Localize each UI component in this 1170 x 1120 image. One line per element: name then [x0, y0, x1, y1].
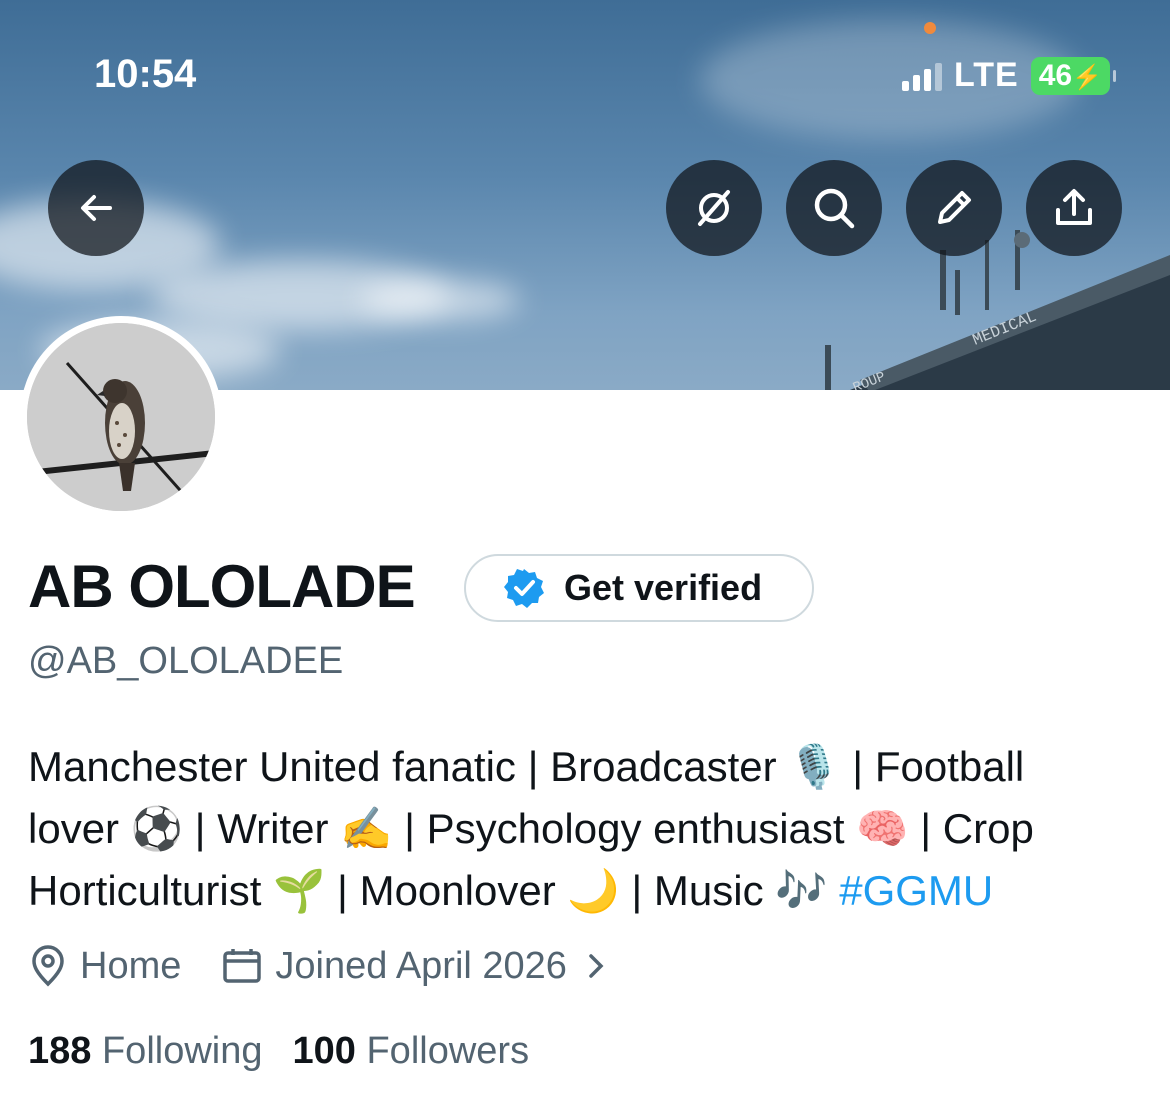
- bio-line-3-text: Horticulturist 🌱 | Moonlover 🌙 | Music 🎶: [28, 867, 840, 914]
- profile-bio: Manchester United fanatic | Broadcaster …: [28, 736, 1138, 922]
- battery-indicator: 46⚡: [1030, 56, 1117, 95]
- get-verified-button[interactable]: Get verified: [464, 554, 814, 622]
- location-pin-icon: [32, 945, 64, 987]
- chevron-right-icon: [589, 954, 604, 978]
- grok-icon: [698, 190, 730, 226]
- search-icon: [814, 188, 855, 229]
- profile-meta: Home Joined April 2026: [28, 944, 609, 988]
- back-button[interactable]: [48, 160, 144, 256]
- status-indicators: LTE 46⚡: [902, 56, 1117, 95]
- location-item: Home: [28, 944, 181, 988]
- network-type: LTE: [954, 56, 1019, 94]
- followers-label: Followers: [366, 1030, 530, 1072]
- status-time: 10:54: [94, 52, 197, 96]
- bio-line-3: Horticulturist 🌱 | Moonlover 🌙 | Music 🎶…: [28, 860, 1138, 922]
- joined-text: Joined April 2026: [275, 944, 567, 987]
- profile-handle: @AB_OLOLADEE: [28, 640, 344, 682]
- back-arrow-icon: [81, 195, 112, 221]
- joined-item[interactable]: Joined April 2026: [221, 945, 609, 988]
- following-link[interactable]: 188 Following: [28, 1030, 263, 1073]
- followers-link[interactable]: 100 Followers: [293, 1030, 530, 1073]
- share-icon: [1056, 189, 1092, 225]
- signal-icon: [902, 61, 943, 91]
- bio-line-2: lover ⚽ | Writer ✍️ | Psychology enthusi…: [28, 805, 1034, 852]
- location-text: Home: [80, 944, 182, 987]
- following-count: 188: [28, 1030, 92, 1072]
- followers-count: 100: [292, 1030, 356, 1072]
- grok-button[interactable]: [666, 160, 762, 256]
- following-label: Following: [101, 1030, 263, 1072]
- privacy-indicator-dot: [924, 22, 936, 34]
- verified-badge-icon: [504, 569, 544, 608]
- follow-counts: 188 Following 100 Followers: [28, 1030, 529, 1073]
- hashtag-link[interactable]: #GGMU: [839, 867, 993, 914]
- profile-avatar[interactable]: [20, 316, 222, 518]
- bio-line-1: Manchester United fanatic | Broadcaster …: [28, 743, 1025, 790]
- hawk-image: [27, 323, 215, 511]
- calendar-icon: [223, 949, 262, 983]
- get-verified-label: Get verified: [564, 567, 763, 608]
- share-button[interactable]: [1026, 160, 1122, 256]
- battery-level: 46: [1038, 58, 1073, 92]
- pencil-icon: [938, 191, 971, 224]
- edit-button[interactable]: [906, 160, 1002, 256]
- search-button[interactable]: [786, 160, 882, 256]
- avatar-photo: [27, 323, 215, 511]
- profile-name: AB OLOLADE: [28, 553, 416, 620]
